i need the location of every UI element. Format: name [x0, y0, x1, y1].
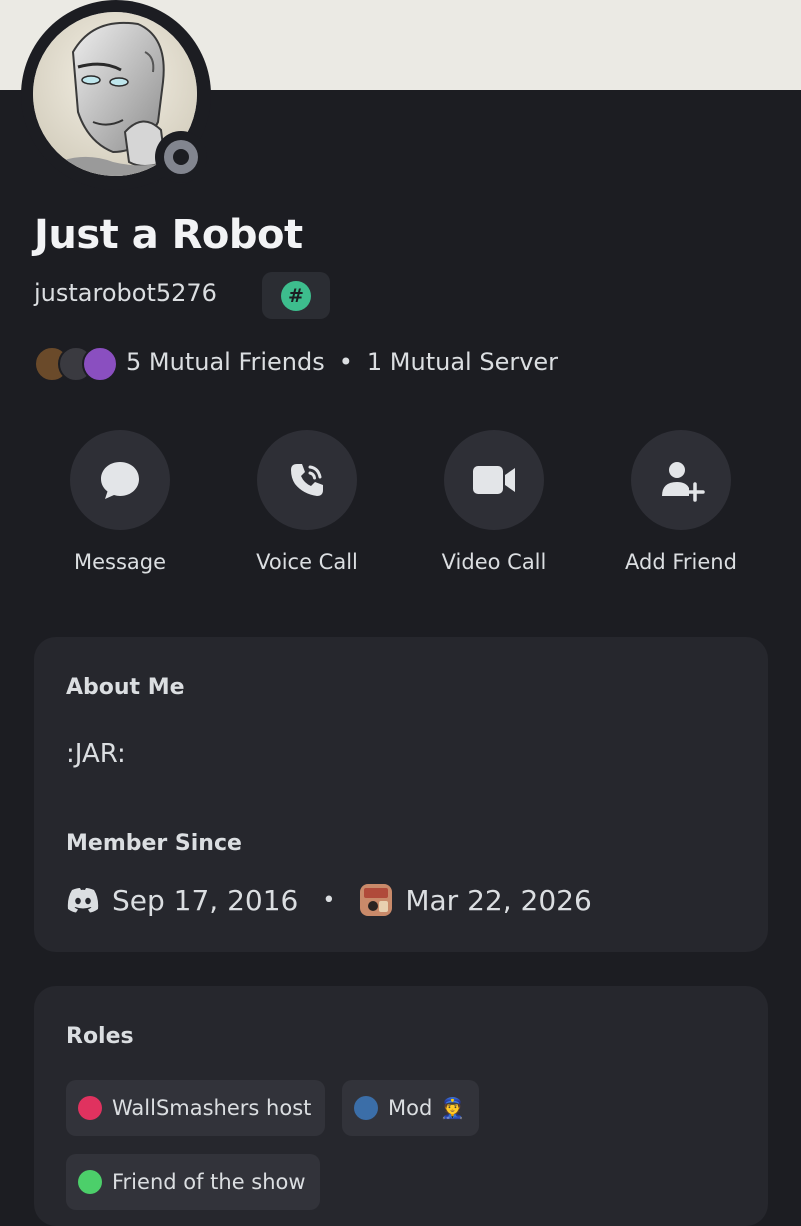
video-call-button-circle[interactable]: [444, 430, 544, 530]
add-friend-icon: [662, 462, 705, 502]
phone-icon: [291, 464, 323, 496]
role-chip-mod[interactable]: Mod 👮: [342, 1080, 480, 1136]
mutual-separator: •: [338, 348, 353, 376]
hashtag-icon: #: [281, 281, 311, 311]
role-color-dot: [78, 1170, 102, 1194]
role-chip-wallsmashers-host[interactable]: WallSmashers host: [66, 1080, 326, 1136]
role-name: Friend of the show: [112, 1170, 306, 1194]
username[interactable]: justarobot5276: [34, 279, 217, 307]
mutual-servers-count[interactable]: 1 Mutual Server: [367, 348, 558, 376]
discord-join-date: Sep 17, 2016: [112, 883, 299, 917]
add-friend-label: Add Friend: [625, 550, 737, 574]
add-friend-button[interactable]: Add Friend: [601, 430, 761, 574]
add-friend-button-circle[interactable]: [631, 430, 731, 530]
chat-bubble-icon: [101, 462, 139, 499]
server-tag-badge[interactable]: #: [262, 272, 330, 319]
server-icon: [360, 884, 393, 916]
message-label: Message: [73, 550, 167, 574]
status-offline-icon: [164, 140, 198, 174]
voice-call-button[interactable]: Voice Call: [227, 430, 387, 574]
roles-card: Roles WallSmashers host Mod 👮 Friend of …: [34, 986, 768, 1226]
discord-logo-icon: [67, 888, 99, 913]
video-call-button[interactable]: Video Call: [414, 430, 574, 574]
member-since-heading: Member Since: [66, 831, 242, 856]
voice-call-label: Voice Call: [256, 550, 358, 574]
member-since-row: Sep 17, 2016 • Mar 22, 2026: [66, 880, 592, 920]
police-officer-emoji-icon: 👮: [440, 1096, 466, 1120]
mutual-summary[interactable]: 5 Mutual Friends • 1 Mutual Server: [126, 348, 558, 376]
role-chip-friend-of-the-show[interactable]: Friend of the show: [66, 1154, 320, 1210]
role-name: WallSmashers host: [112, 1096, 312, 1120]
mutual-friends-count[interactable]: 5 Mutual Friends: [126, 348, 325, 376]
member-since-separator: •: [322, 887, 336, 913]
display-name: Just a Robot: [34, 212, 303, 258]
roles-heading: Roles: [66, 1024, 134, 1049]
about-me-text: :JAR:: [66, 739, 126, 769]
about-me-heading: About Me: [66, 675, 185, 700]
role-color-dot: [78, 1096, 102, 1120]
mutual-friend-avatars[interactable]: [34, 346, 118, 382]
about-card: About Me :JAR: Member Since Sep 17, 2016…: [34, 637, 768, 952]
video-camera-icon: [473, 466, 515, 494]
voice-call-button-circle[interactable]: [257, 430, 357, 530]
video-call-label: Video Call: [441, 550, 547, 574]
role-color-dot: [354, 1096, 378, 1120]
server-join-date: Mar 22, 2026: [405, 883, 592, 917]
role-name: Mod: [388, 1096, 433, 1120]
message-button-circle[interactable]: [70, 430, 170, 530]
message-button[interactable]: Message: [40, 430, 200, 574]
mutual-friend-avatar: [82, 346, 118, 382]
